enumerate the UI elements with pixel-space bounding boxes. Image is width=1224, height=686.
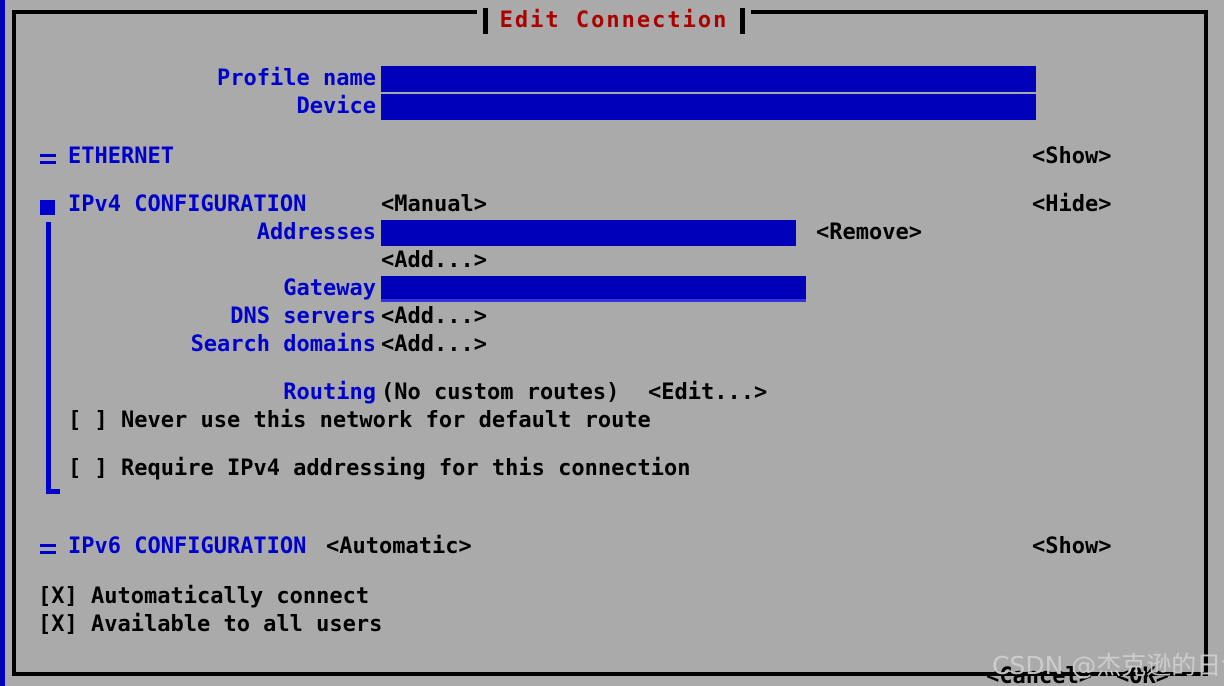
profile-name-label: Profile name <box>217 66 376 91</box>
device-input[interactable]: eno16777736 (00:0C:29:2A:4A:07)_________… <box>381 94 1036 120</box>
dns-servers-label: DNS servers <box>230 304 376 329</box>
section-ipv4-label: IPv4 CONFIGURATION <box>68 192 307 217</box>
ipv4-expanded-marker[interactable] <box>40 200 55 215</box>
gateway-input-underline <box>381 299 806 302</box>
available-all-users-checkbox[interactable]: [X] <box>38 612 78 638</box>
gateway-label: Gateway <box>283 276 376 301</box>
address-input-0[interactable]: 192.168.146.1/24_________ <box>381 220 796 246</box>
auto-connect-checkbox[interactable]: [X] <box>38 584 78 610</box>
dialog-body: Profile name eno16777736________________… <box>16 14 1204 686</box>
addresses-label: Addresses <box>256 220 376 245</box>
search-domains-label: Search domains <box>190 332 376 357</box>
section-ipv6-label: IPv6 CONFIGURATION <box>68 534 307 559</box>
ipv6-method-select[interactable]: <Automatic> <box>326 534 472 560</box>
terminal-screen: Edit Connection Profile name eno16777736… <box>0 0 1224 686</box>
ipv6-collapsed-marker[interactable] <box>40 544 56 547</box>
device-label: Device <box>296 94 376 119</box>
screen-left-gap <box>5 0 10 686</box>
search-domains-add-button[interactable]: <Add...> <box>381 332 487 358</box>
ethernet-show-button[interactable]: <Show> <box>1032 144 1111 170</box>
routing-edit-button[interactable]: <Edit...> <box>648 380 767 406</box>
ipv4-hide-button[interactable]: <Hide> <box>1032 192 1111 218</box>
ethernet-collapsed-marker-2 <box>40 161 56 164</box>
never-default-route-checkbox[interactable]: [ ] <box>68 408 108 434</box>
watermark-text: CSDN @杰克逊的日记 <box>992 651 1224 680</box>
edit-connection-dialog: Edit Connection Profile name eno16777736… <box>12 8 1208 686</box>
section-ethernet-label: ETHERNET <box>68 144 174 169</box>
ipv6-collapsed-marker-2 <box>40 551 56 554</box>
auto-connect-label: Automatically connect <box>91 584 370 609</box>
require-ipv4-checkbox[interactable]: [ ] <box>68 456 108 482</box>
never-default-route-label: Never use this network for default route <box>121 408 651 433</box>
ethernet-collapsed-marker[interactable] <box>40 154 56 157</box>
routing-status: (No custom routes) <box>381 380 620 405</box>
ipv6-show-button[interactable]: <Show> <box>1032 534 1111 560</box>
ipv4-section-bracket <box>46 222 51 494</box>
require-ipv4-label: Require IPv4 addressing for this connect… <box>121 456 691 481</box>
ipv4-section-bracket-foot <box>46 489 60 494</box>
address-add-button[interactable]: <Add...> <box>381 248 487 274</box>
address-remove-button-0[interactable]: <Remove> <box>816 220 922 246</box>
ipv4-method-select[interactable]: <Manual> <box>381 192 487 218</box>
profile-name-input[interactable]: eno16777736________________________ <box>381 66 1036 92</box>
dns-servers-add-button[interactable]: <Add...> <box>381 304 487 330</box>
routing-label: Routing <box>283 380 376 405</box>
available-all-users-label: Available to all users <box>91 612 383 637</box>
